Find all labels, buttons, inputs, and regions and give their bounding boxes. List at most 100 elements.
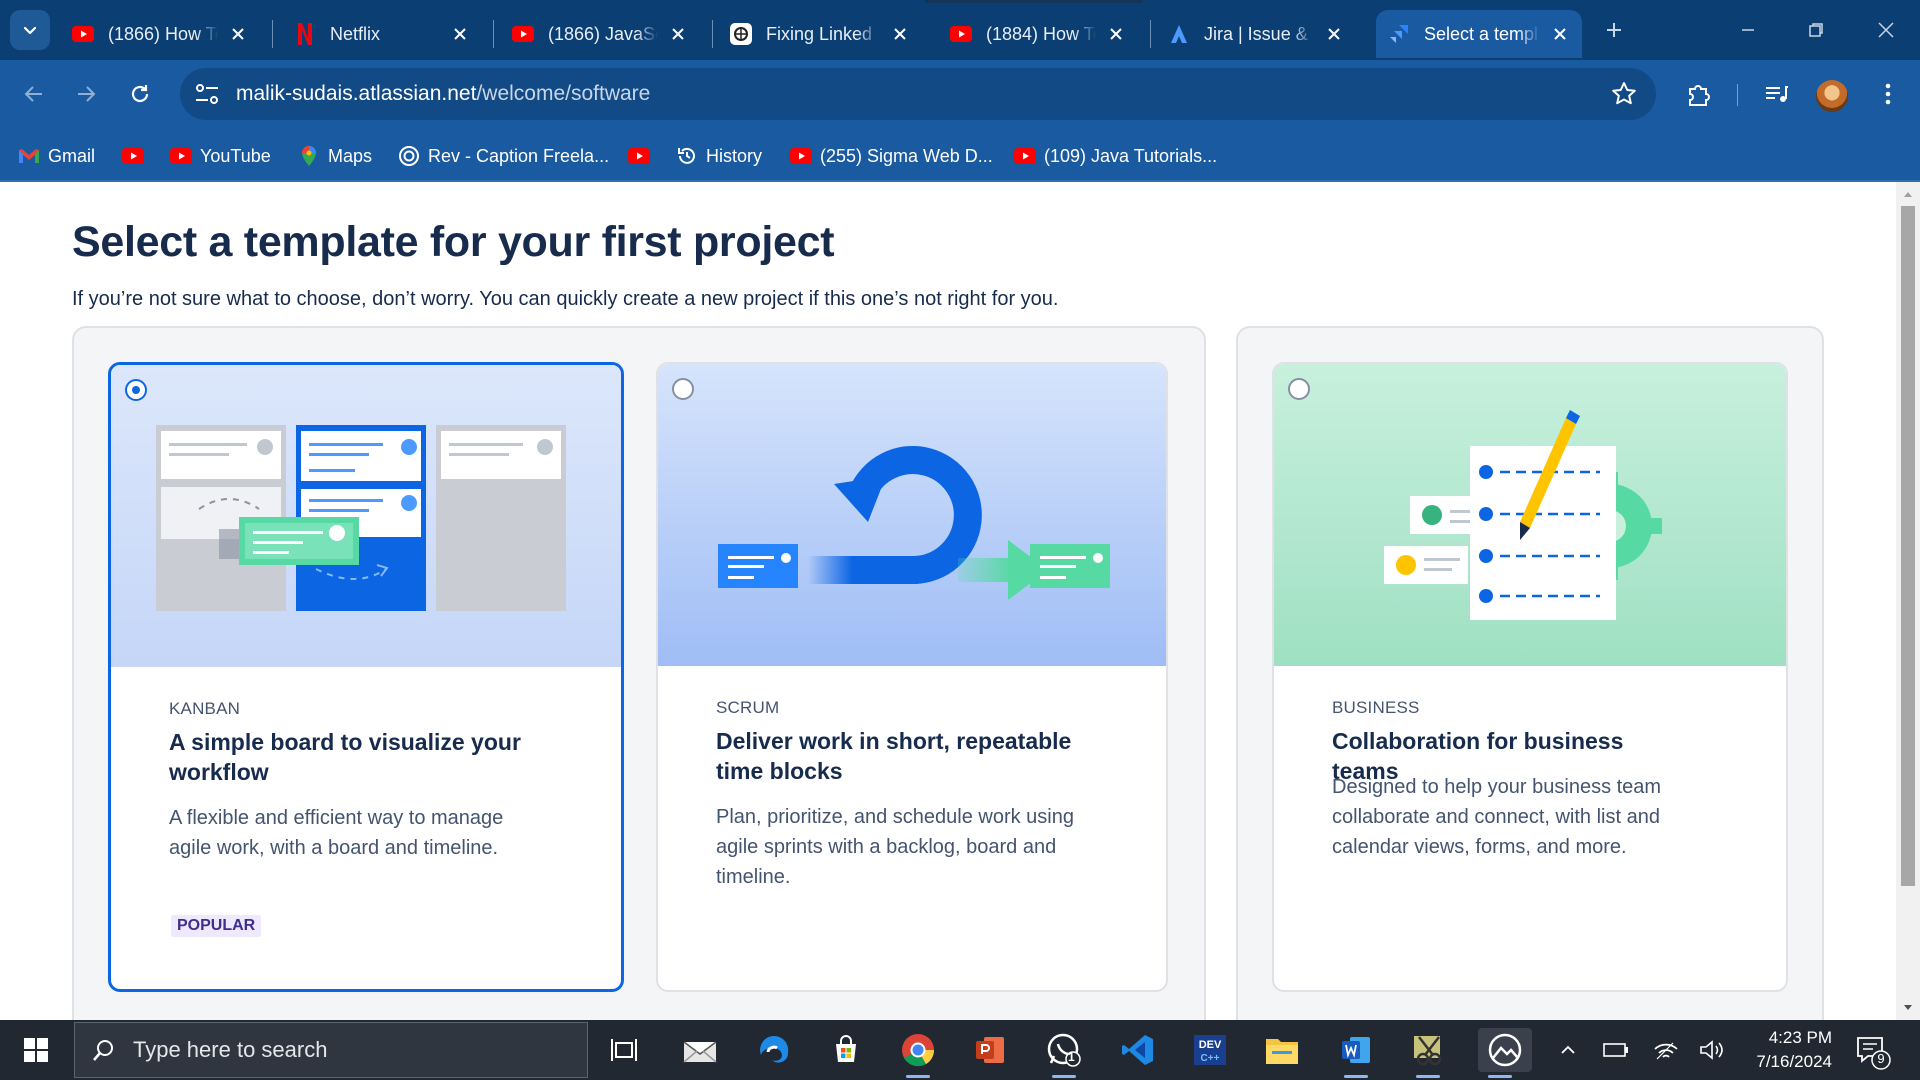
new-tab-button[interactable] xyxy=(1598,14,1630,46)
notification-center-button[interactable]: 9 xyxy=(1852,1032,1892,1070)
bookmark-star-icon[interactable] xyxy=(1610,80,1638,108)
template-radio-business[interactable] xyxy=(1288,378,1310,400)
template-description: Designed to help your business team coll… xyxy=(1332,776,1662,858)
taskbar-whatsapp-app[interactable]: 1 xyxy=(1042,1028,1086,1078)
bookmark-label: Maps xyxy=(328,145,373,166)
taskbar-photos-app[interactable] xyxy=(1478,1028,1532,1078)
bookmark-youtube[interactable]: YouTube xyxy=(170,142,271,170)
svg-text:DEV: DEV xyxy=(1199,1039,1222,1051)
template-description: A flexible and efficient way to manage a… xyxy=(169,807,504,859)
taskbar-file-explorer-app[interactable] xyxy=(1260,1028,1304,1072)
youtube-icon xyxy=(170,145,192,167)
site-settings-icon[interactable] xyxy=(194,82,220,106)
minimize-icon xyxy=(1742,29,1754,31)
taskbar-mail-app[interactable] xyxy=(678,1028,722,1072)
bookmark-gmail[interactable]: Gmail xyxy=(18,142,95,170)
close-icon[interactable] xyxy=(1550,24,1570,44)
chrome-icon xyxy=(902,1034,935,1067)
close-icon[interactable] xyxy=(890,24,910,44)
tab-youtube-javascript[interactable]: (1866) JavaScr xyxy=(500,10,700,58)
bookmark-youtube-unnamed-2[interactable] xyxy=(628,142,658,170)
powerpoint-icon xyxy=(976,1037,1004,1063)
page-subtitle: If you’re not sure what to choose, don’t… xyxy=(72,288,1059,310)
bookmarks-bar: Gmail YouTube Maps Rev - Caption Freela.… xyxy=(0,130,1920,182)
profile-avatar[interactable] xyxy=(1816,80,1848,112)
page-scrollbar[interactable] xyxy=(1896,182,1920,1020)
template-radio-scrum[interactable] xyxy=(672,378,694,400)
network-indicator[interactable] xyxy=(1650,1034,1682,1066)
tab-loading-bar xyxy=(925,0,1143,3)
scrollbar-thumb[interactable] xyxy=(1901,206,1915,886)
bookmark-java-tutorials[interactable]: (109) Java Tutorials... xyxy=(1014,142,1217,170)
gmail-icon xyxy=(18,145,40,167)
start-button[interactable] xyxy=(0,1020,72,1080)
bookmark-label: History xyxy=(706,145,763,166)
taskbar-store-app[interactable] xyxy=(824,1028,868,1072)
taskbar-snipping-tool-app[interactable] xyxy=(1406,1028,1450,1078)
browser-menu-button[interactable] xyxy=(1870,76,1906,112)
taskbar-search-box[interactable]: Type here to search xyxy=(74,1022,588,1078)
store-icon xyxy=(836,1035,856,1062)
close-icon[interactable] xyxy=(450,24,470,44)
reload-button[interactable] xyxy=(120,74,160,114)
taskbar-vscode-app[interactable] xyxy=(1116,1028,1160,1072)
taskbar-word-app[interactable] xyxy=(1334,1028,1378,1078)
bookmark-rev[interactable]: Rev - Caption Freela... xyxy=(398,142,609,170)
url-host: malik-sudais.atlassian.net xyxy=(236,82,477,105)
restore-button[interactable] xyxy=(1796,12,1836,48)
clock-time: 4:23 PM xyxy=(1768,1028,1832,1047)
chevron-down-icon xyxy=(23,26,37,35)
template-card-business[interactable]: BUSINESS Collaboration for business team… xyxy=(1272,362,1788,992)
taskbar-clock[interactable]: 4:23 PM 7/16/2024 xyxy=(1720,1026,1832,1074)
youtube-icon xyxy=(72,23,94,45)
taskbar-edge-app[interactable] xyxy=(752,1028,796,1072)
back-button[interactable] xyxy=(14,74,54,114)
scroll-up-arrow-icon[interactable] xyxy=(1902,188,1914,200)
tab-search-button[interactable] xyxy=(10,10,50,50)
show-hidden-icons-button[interactable] xyxy=(1552,1034,1584,1066)
search-icon xyxy=(93,1040,113,1061)
youtube-icon xyxy=(512,23,534,45)
netflix-icon xyxy=(294,23,316,45)
taskbar-powerpoint-app[interactable] xyxy=(968,1028,1012,1072)
media-control-button[interactable] xyxy=(1758,76,1794,112)
scroll-down-arrow-icon[interactable] xyxy=(1902,1002,1914,1014)
tab-netflix[interactable]: Netflix xyxy=(282,10,482,58)
task-view-button[interactable] xyxy=(602,1028,646,1072)
chevron-up-icon xyxy=(1561,1045,1575,1054)
youtube-icon xyxy=(790,145,812,167)
tab-youtube-how-to[interactable]: (1866) How To xyxy=(60,10,260,58)
bookmark-youtube-unnamed[interactable] xyxy=(122,142,152,170)
forward-button[interactable] xyxy=(66,74,106,114)
bookmark-label: YouTube xyxy=(200,145,271,166)
bookmark-sigma-web[interactable]: (255) Sigma Web D... xyxy=(790,142,993,170)
bookmark-history[interactable]: History xyxy=(676,142,762,170)
template-card-kanban[interactable]: KANBAN A simple board to visualize your … xyxy=(108,362,624,992)
business-illustration xyxy=(1274,364,1786,666)
minimize-button[interactable] xyxy=(1728,12,1768,48)
more-vertical-icon xyxy=(1885,83,1891,105)
template-card-scrum[interactable]: SCRUM Deliver work in short, repeatable … xyxy=(656,362,1168,992)
edge-icon xyxy=(760,1035,789,1063)
template-type-label: KANBAN xyxy=(169,699,241,718)
bookmark-label: (109) Java Tutorials... xyxy=(1044,145,1218,166)
taskbar-chrome-app[interactable] xyxy=(896,1028,940,1078)
tab-chatgpt[interactable]: Fixing Linked xyxy=(718,10,922,58)
battery-indicator[interactable] xyxy=(1600,1034,1632,1066)
address-bar[interactable]: malik-sudais.atlassian.net/welcome/softw… xyxy=(180,68,1656,120)
clock-date: 7/16/2024 xyxy=(1756,1052,1832,1071)
close-icon[interactable] xyxy=(1324,24,1344,44)
template-radio-kanban[interactable] xyxy=(125,379,147,401)
bookmark-maps[interactable]: Maps xyxy=(298,142,372,170)
windows-logo-icon xyxy=(24,1038,48,1062)
tab-separator xyxy=(272,20,273,48)
tab-youtube-how-to-2[interactable]: (1884) How To xyxy=(938,10,1138,58)
close-icon[interactable] xyxy=(668,24,688,44)
taskbar-devc-app[interactable]: DEV C++ xyxy=(1188,1028,1232,1072)
tab-jira[interactable]: Jira | Issue & P xyxy=(1156,10,1356,58)
tab-select-template[interactable]: Select a templ xyxy=(1376,10,1582,58)
close-icon[interactable] xyxy=(1106,24,1126,44)
extensions-button[interactable] xyxy=(1680,76,1716,112)
close-window-button[interactable] xyxy=(1866,12,1906,48)
close-icon[interactable] xyxy=(228,24,248,44)
